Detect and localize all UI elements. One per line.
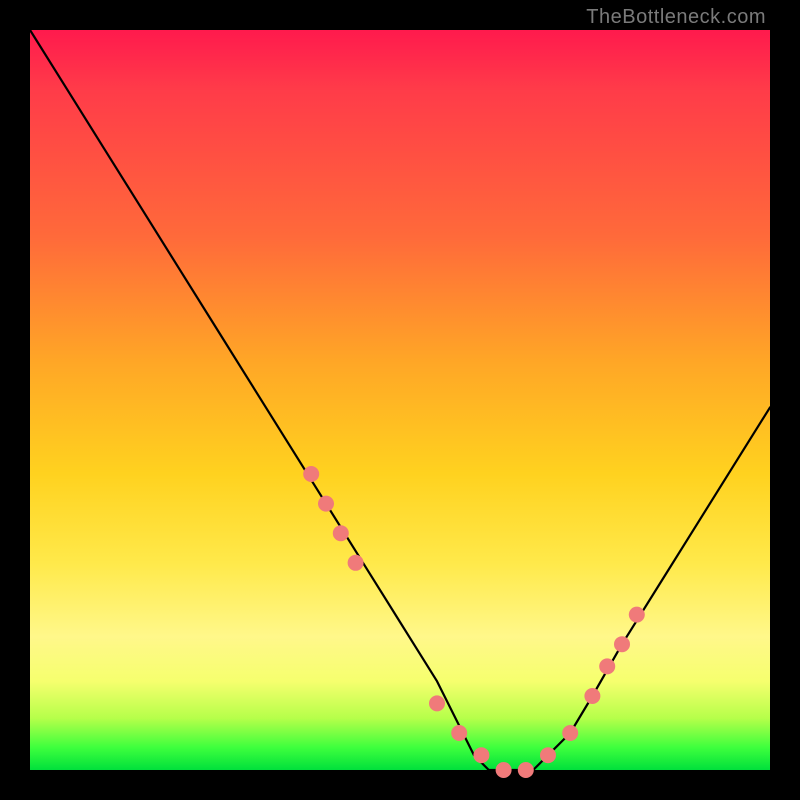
bottleneck-curve <box>30 30 770 770</box>
chart-frame: TheBottleneck.com <box>0 0 800 800</box>
highlight-dot <box>348 555 364 571</box>
highlight-dot <box>318 496 334 512</box>
highlight-dot <box>584 688 600 704</box>
highlight-dot <box>473 747 489 763</box>
highlight-dot <box>599 658 615 674</box>
highlight-dot <box>540 747 556 763</box>
highlight-dot <box>496 762 512 778</box>
highlight-dot <box>614 636 630 652</box>
chart-svg <box>30 30 770 770</box>
watermark-text: TheBottleneck.com <box>586 6 766 29</box>
highlight-dot <box>518 762 534 778</box>
highlight-dot <box>333 525 349 541</box>
highlight-dots <box>303 466 645 778</box>
highlight-dot <box>629 607 645 623</box>
highlight-dot <box>303 466 319 482</box>
highlight-dot <box>451 725 467 741</box>
plot-area <box>30 30 770 770</box>
highlight-dot <box>562 725 578 741</box>
highlight-dot <box>429 695 445 711</box>
